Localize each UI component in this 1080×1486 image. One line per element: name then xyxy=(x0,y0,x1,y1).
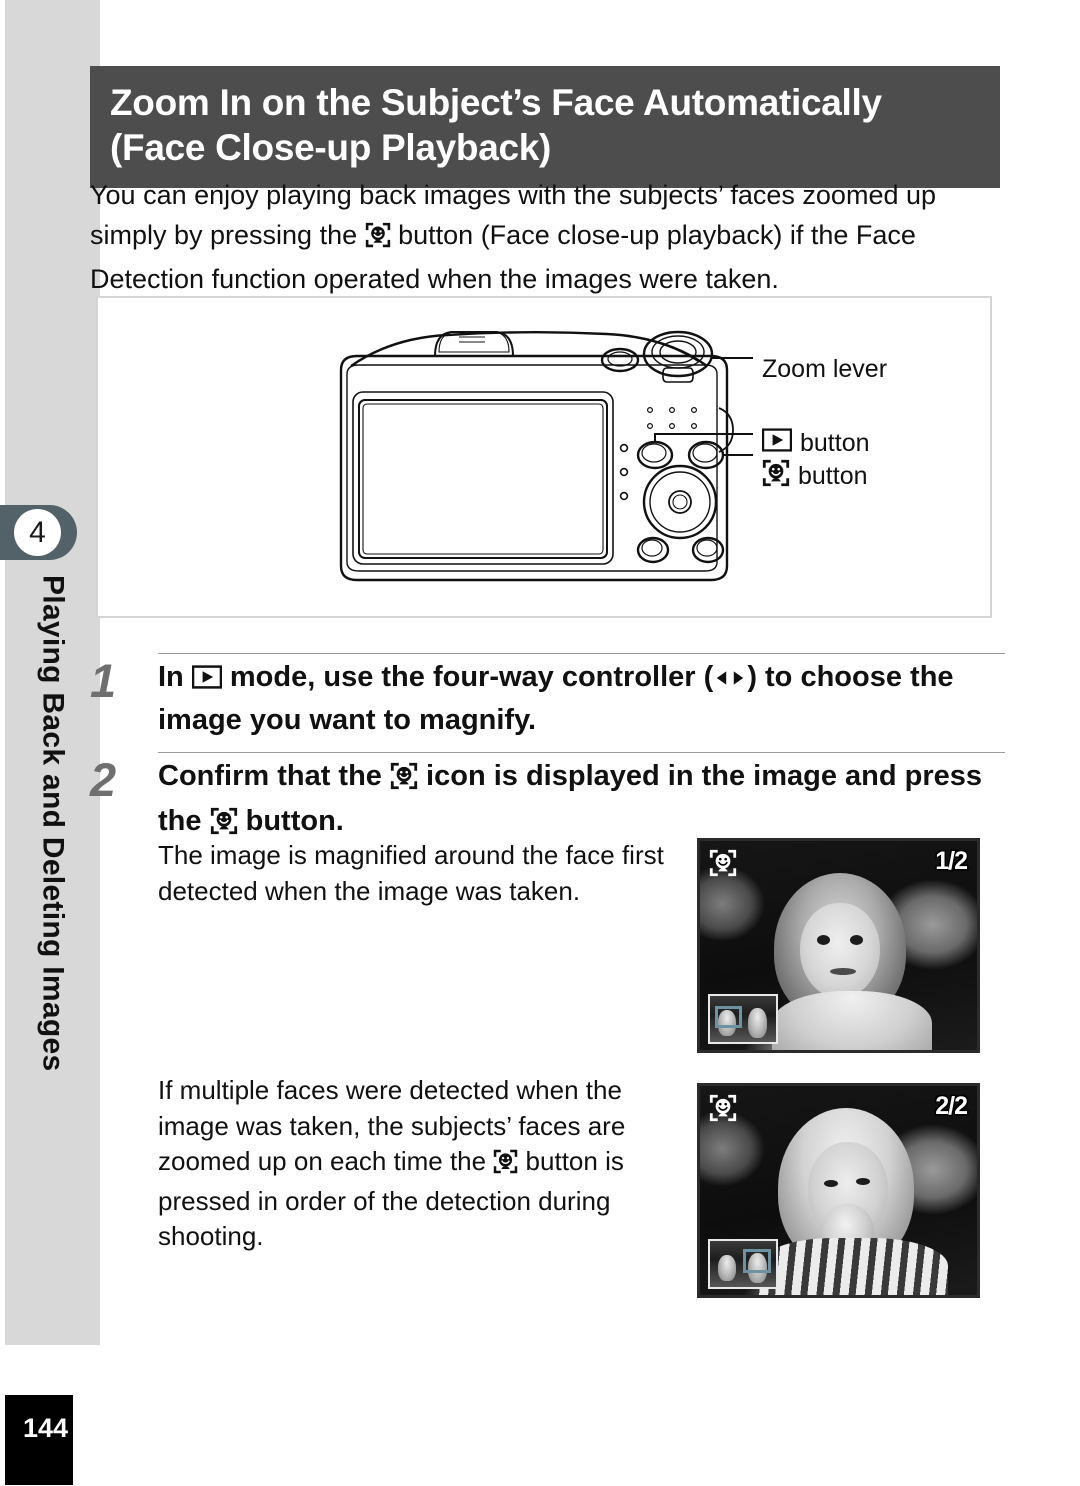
portrait-eye-right xyxy=(856,1178,870,1185)
photo-1-navigator xyxy=(708,994,778,1044)
face-detection-icon xyxy=(493,1148,518,1184)
face-detection-icon xyxy=(709,1094,737,1122)
camera-rear-view-illustration xyxy=(339,330,753,582)
face-closeup-screen-2: 2/2 xyxy=(697,1083,980,1298)
portrait-body xyxy=(758,1238,948,1295)
face-detection-icon xyxy=(762,459,790,494)
step-2-text-part-3: button. xyxy=(237,805,344,838)
intro-paragraph: You can enjoy playing back images with t… xyxy=(90,176,1005,300)
photo-1-counter: 1/2 xyxy=(935,847,968,875)
face-detection-icon xyxy=(709,849,737,877)
callout-zoom-lever: Zoom lever xyxy=(762,355,887,384)
arrow-left-icon xyxy=(713,658,730,698)
navigator-highlight xyxy=(715,1006,742,1028)
navigator-person-left xyxy=(718,1255,736,1281)
playback-icon xyxy=(191,660,223,700)
step-1-text-part-2: mode, use the four-way controller ( xyxy=(221,661,714,693)
chapter-number: 4 xyxy=(14,509,61,556)
camera-diagram-box: Zoom lever button button xyxy=(96,296,992,618)
portrait-mouth xyxy=(830,968,856,975)
navigator-highlight xyxy=(743,1249,771,1273)
multiple-faces-description: If multiple faces were detected when the… xyxy=(158,1073,683,1255)
step-1-number: 1 xyxy=(90,654,117,707)
chapter-sidebar: 4 Playing Back and Deleting Images xyxy=(0,0,100,1345)
step-divider xyxy=(158,653,1005,654)
portrait-eye-left xyxy=(817,935,830,945)
photo-2-counter: 2/2 xyxy=(935,1092,968,1120)
face-detection-icon xyxy=(365,220,391,260)
chapter-title: Playing Back and Deleting Images xyxy=(5,575,100,1315)
chapter-title-text: Playing Back and Deleting Images xyxy=(36,575,70,1072)
portrait-eye-right xyxy=(850,935,863,945)
section-header-line-2: (Face Close-up Playback) xyxy=(110,127,552,169)
arrow-right-icon xyxy=(730,658,747,698)
step-divider xyxy=(158,752,1005,753)
section-header: Zoom In on the Subject’s Face Automatica… xyxy=(90,66,1000,189)
portrait-body xyxy=(772,991,932,1050)
section-header-line-1: Zoom In on the Subject’s Face Automatica… xyxy=(110,82,882,123)
step-1-text: In mode, use the four-way controller ( )… xyxy=(158,657,1005,740)
chapter-tab: 4 xyxy=(0,505,77,560)
step-2-number: 2 xyxy=(90,753,117,806)
face-detection-icon xyxy=(390,761,418,801)
callout-playback-label: button xyxy=(800,429,870,457)
portrait-eye-left xyxy=(824,1180,838,1187)
callout-playback-button: button xyxy=(761,428,870,459)
page-number: 144 xyxy=(5,1395,73,1485)
callout-face-label: button xyxy=(798,462,868,490)
first-face-description: The image is magnified around the face f… xyxy=(158,840,664,906)
callout-face-button: button xyxy=(762,459,868,494)
photo-2-navigator xyxy=(708,1239,778,1289)
portrait-face xyxy=(800,903,880,998)
face-closeup-screen-1: 1/2 xyxy=(697,838,980,1053)
navigator-person-right xyxy=(748,1008,767,1038)
step-1-text-part-1: In xyxy=(158,661,192,693)
callout-zoom-lever-label: Zoom lever xyxy=(762,355,888,383)
step-2-text-part-1: Confirm that the xyxy=(158,760,390,792)
playback-icon xyxy=(761,428,793,459)
step-2-text: Confirm that the icon is displayed in th… xyxy=(158,756,1005,846)
